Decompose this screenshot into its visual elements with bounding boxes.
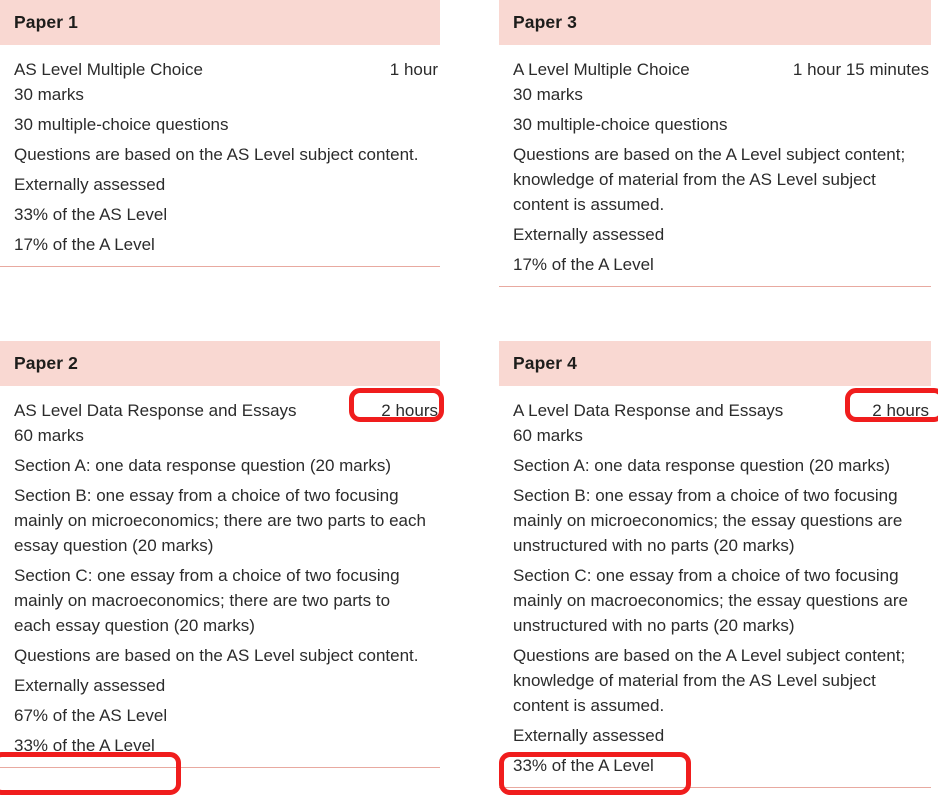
paper-body-paper-2: AS Level Data Response and Essays 2 hour…	[0, 386, 440, 768]
paper-title: Paper 1	[14, 12, 78, 32]
paper-duration: 1 hour	[389, 60, 438, 79]
paper-duration: 2 hours	[381, 401, 438, 420]
paper-block-paper-3: Paper 3 A Level Multiple Choice 1 hour 1…	[499, 0, 931, 287]
paper-divider	[0, 767, 440, 768]
paper-detail-line: 30 multiple-choice questions	[513, 115, 728, 134]
paper-divider	[499, 787, 931, 788]
paper-subject-line: AS Level Multiple Choice	[14, 60, 203, 79]
paper-duration: 1 hour 15 minutes	[792, 60, 929, 79]
paper-title: Paper 2	[14, 353, 78, 373]
paper-block-paper-1: Paper 1 AS Level Multiple Choice 1 hour …	[0, 0, 440, 267]
paper-subject-row: A Level Multiple Choice 1 hour 15 minute…	[499, 57, 931, 82]
paper-detail-line: 17% of the A Level	[513, 255, 654, 274]
paper-subject-row: AS Level Multiple Choice 1 hour	[0, 57, 440, 82]
paper-title: Paper 4	[513, 353, 577, 373]
paper-detail-line: 67% of the AS Level	[14, 706, 168, 725]
paper-detail-line: Externally assessed	[513, 726, 665, 745]
paper-subject-line: A Level Multiple Choice	[513, 60, 690, 79]
paper-duration: 2 hours	[872, 401, 929, 420]
paper-detail-line: Section A: one data response question (2…	[14, 456, 392, 475]
paper-detail-line: Section C: one essay from a choice of tw…	[513, 566, 908, 635]
paper-body-paper-3: A Level Multiple Choice 1 hour 15 minute…	[499, 45, 931, 287]
paper-detail-line: 60 marks	[14, 426, 84, 445]
paper-divider	[0, 266, 440, 267]
paper-detail-line: Externally assessed	[14, 175, 166, 194]
paper-subject-line: AS Level Data Response and Essays	[14, 401, 297, 420]
paper-subject-row: A Level Data Response and Essays 2 hours	[499, 398, 931, 423]
paper-subject-row: AS Level Data Response and Essays 2 hour…	[0, 398, 440, 423]
paper-detail-line: 33% of the A Level	[14, 736, 155, 755]
paper-detail-line: Section B: one essay from a choice of tw…	[513, 486, 903, 555]
paper-detail-line: 33% of the AS Level	[14, 205, 168, 224]
paper-header-paper-3: Paper 3	[499, 0, 931, 45]
paper-detail-line: Section B: one essay from a choice of tw…	[14, 486, 426, 555]
paper-detail-line: Questions are based on the A Level subje…	[513, 145, 906, 214]
paper-detail-line: 30 marks	[14, 85, 84, 104]
paper-detail-line: Section A: one data response question (2…	[513, 456, 891, 475]
paper-detail-line: Questions are based on the A Level subje…	[513, 646, 906, 715]
paper-header-paper-4: Paper 4	[499, 341, 931, 386]
paper-detail-line: 33% of the A Level	[513, 756, 654, 775]
paper-detail-line: 60 marks	[513, 426, 583, 445]
paper-detail-line: 17% of the A Level	[14, 235, 155, 254]
paper-detail-line: Questions are based on the AS Level subj…	[14, 646, 419, 665]
paper-detail-line: Externally assessed	[14, 676, 166, 695]
paper-body-paper-1: AS Level Multiple Choice 1 hour 30 marks…	[0, 45, 440, 267]
paper-block-paper-2: Paper 2 AS Level Data Response and Essay…	[0, 341, 440, 768]
paper-detail-line: 30 multiple-choice questions	[14, 115, 229, 134]
paper-block-paper-4: Paper 4 A Level Data Response and Essays…	[499, 341, 931, 788]
paper-divider	[499, 286, 931, 287]
paper-body-paper-4: A Level Data Response and Essays 2 hours…	[499, 386, 931, 788]
paper-detail-line: Externally assessed	[513, 225, 665, 244]
assessment-overview-page: Paper 1 AS Level Multiple Choice 1 hour …	[0, 0, 938, 806]
paper-header-paper-2: Paper 2	[0, 341, 440, 386]
paper-detail-line: Questions are based on the AS Level subj…	[14, 145, 419, 164]
paper-detail-line: 30 marks	[513, 85, 583, 104]
paper-header-paper-1: Paper 1	[0, 0, 440, 45]
paper-title: Paper 3	[513, 12, 577, 32]
paper-detail-line: Section C: one essay from a choice of tw…	[14, 566, 400, 635]
paper-subject-line: A Level Data Response and Essays	[513, 401, 784, 420]
